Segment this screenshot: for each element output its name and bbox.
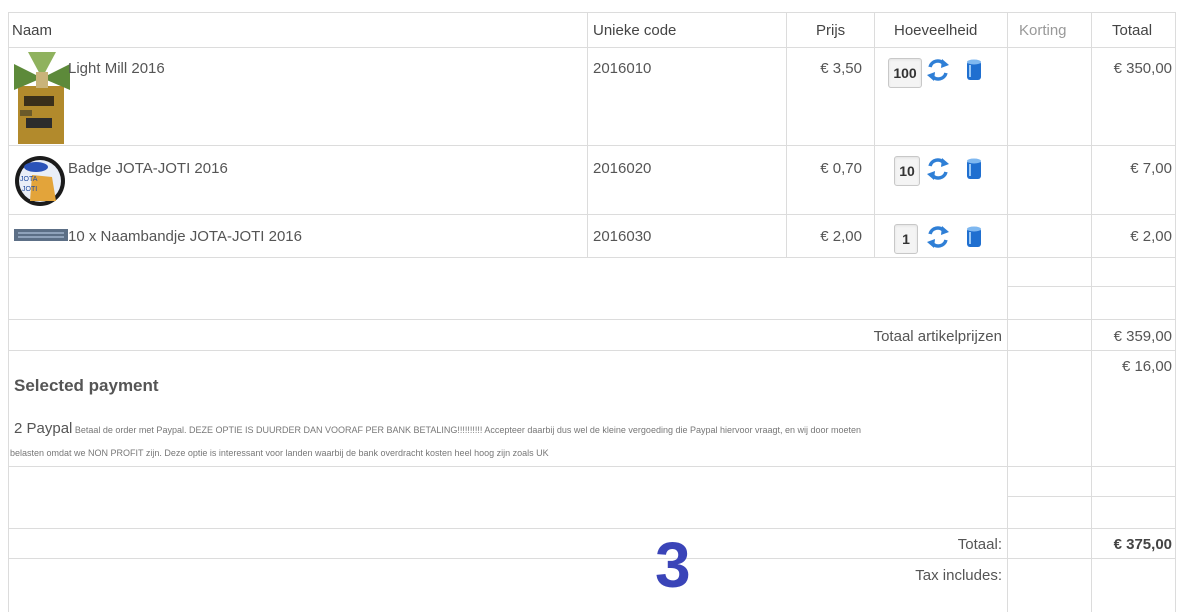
column-divider [1007,12,1008,612]
light-mill-thumbnail[interactable] [14,52,70,144]
column-header-name: Naam [12,22,53,39]
item-name[interactable]: 10 x Naambandje JOTA-JOTI 2016 [68,228,302,245]
payment-description-line2: belasten omdat we NON PROFIT zijn. Deze … [10,448,549,458]
subtotal-value: € 359,00 [1113,328,1172,345]
subtotal-label: Totaal artikelprijzen [873,328,1002,345]
header-divider [8,47,1176,48]
payment-description: 2 Paypal Betaal de order met Paypal. DEZ… [14,420,861,437]
row-divider [8,528,1176,529]
step-number: 3 [655,529,691,601]
row-divider [8,558,1176,559]
badge-thumbnail[interactable]: JOTA JOTI [14,155,66,207]
quantity-input[interactable]: 1 [894,224,918,254]
item-price: € 3,50 [820,60,862,77]
item-code: 2016010 [593,60,652,77]
row-divider [8,350,1176,351]
item-name[interactable]: Badge JOTA-JOTI 2016 [68,160,228,177]
payment-title: Selected payment [14,376,159,395]
row-divider [8,214,1176,215]
refresh-arrows-icon[interactable] [925,224,951,250]
item-name[interactable]: Light Mill 2016 [68,60,165,77]
item-total: € 350,00 [1113,60,1172,77]
quantity-input[interactable]: 100 [888,58,922,88]
payment-description-line1: Betaal de order met Paypal. DEZE OPTIE I… [74,425,862,435]
column-divider [874,12,875,257]
payment-fee: € 16,00 [1121,358,1172,375]
column-header-discount: Korting [1019,22,1067,39]
item-total: € 7,00 [1130,160,1172,177]
trash-can-icon[interactable] [961,57,987,83]
naambandje-thumbnail[interactable] [14,229,68,241]
grand-total-label: Totaal: [957,536,1002,553]
item-code: 2016030 [593,228,652,245]
item-price: € 0,70 [820,160,862,177]
row-divider [8,257,1176,258]
trash-can-icon[interactable] [961,224,987,250]
column-header-price: Prijs [816,22,846,39]
row-divider [8,466,1176,467]
column-divider [1091,12,1092,612]
column-header-total: Totaal [1112,22,1153,39]
column-header-quantity: Hoeveelheid [894,22,978,39]
item-price: € 2,00 [820,228,862,245]
svg-text:JOTA: JOTA [20,176,38,183]
quantity-input[interactable]: 10 [894,156,920,186]
svg-text:JOTI: JOTI [22,186,37,193]
table-border [8,12,1176,13]
grand-total-value: € 375,00 [1113,536,1172,553]
column-divider [786,12,787,257]
refresh-arrows-icon[interactable] [925,156,951,182]
row-divider [8,145,1176,146]
tax-includes-label: Tax includes: [915,567,1002,584]
table-border [8,12,9,612]
refresh-arrows-icon[interactable] [925,57,951,83]
cart-table: Naam Unieke code Prijs Hoeveelheid Korti… [8,12,1176,612]
table-border [1175,12,1176,612]
item-total: € 2,00 [1130,228,1172,245]
column-divider [587,12,588,257]
column-header-code: Unieke code [593,22,677,39]
item-code: 2016020 [593,160,652,177]
trash-can-icon[interactable] [961,156,987,182]
payment-name: 2 Paypal [14,420,73,437]
row-divider [8,319,1176,320]
